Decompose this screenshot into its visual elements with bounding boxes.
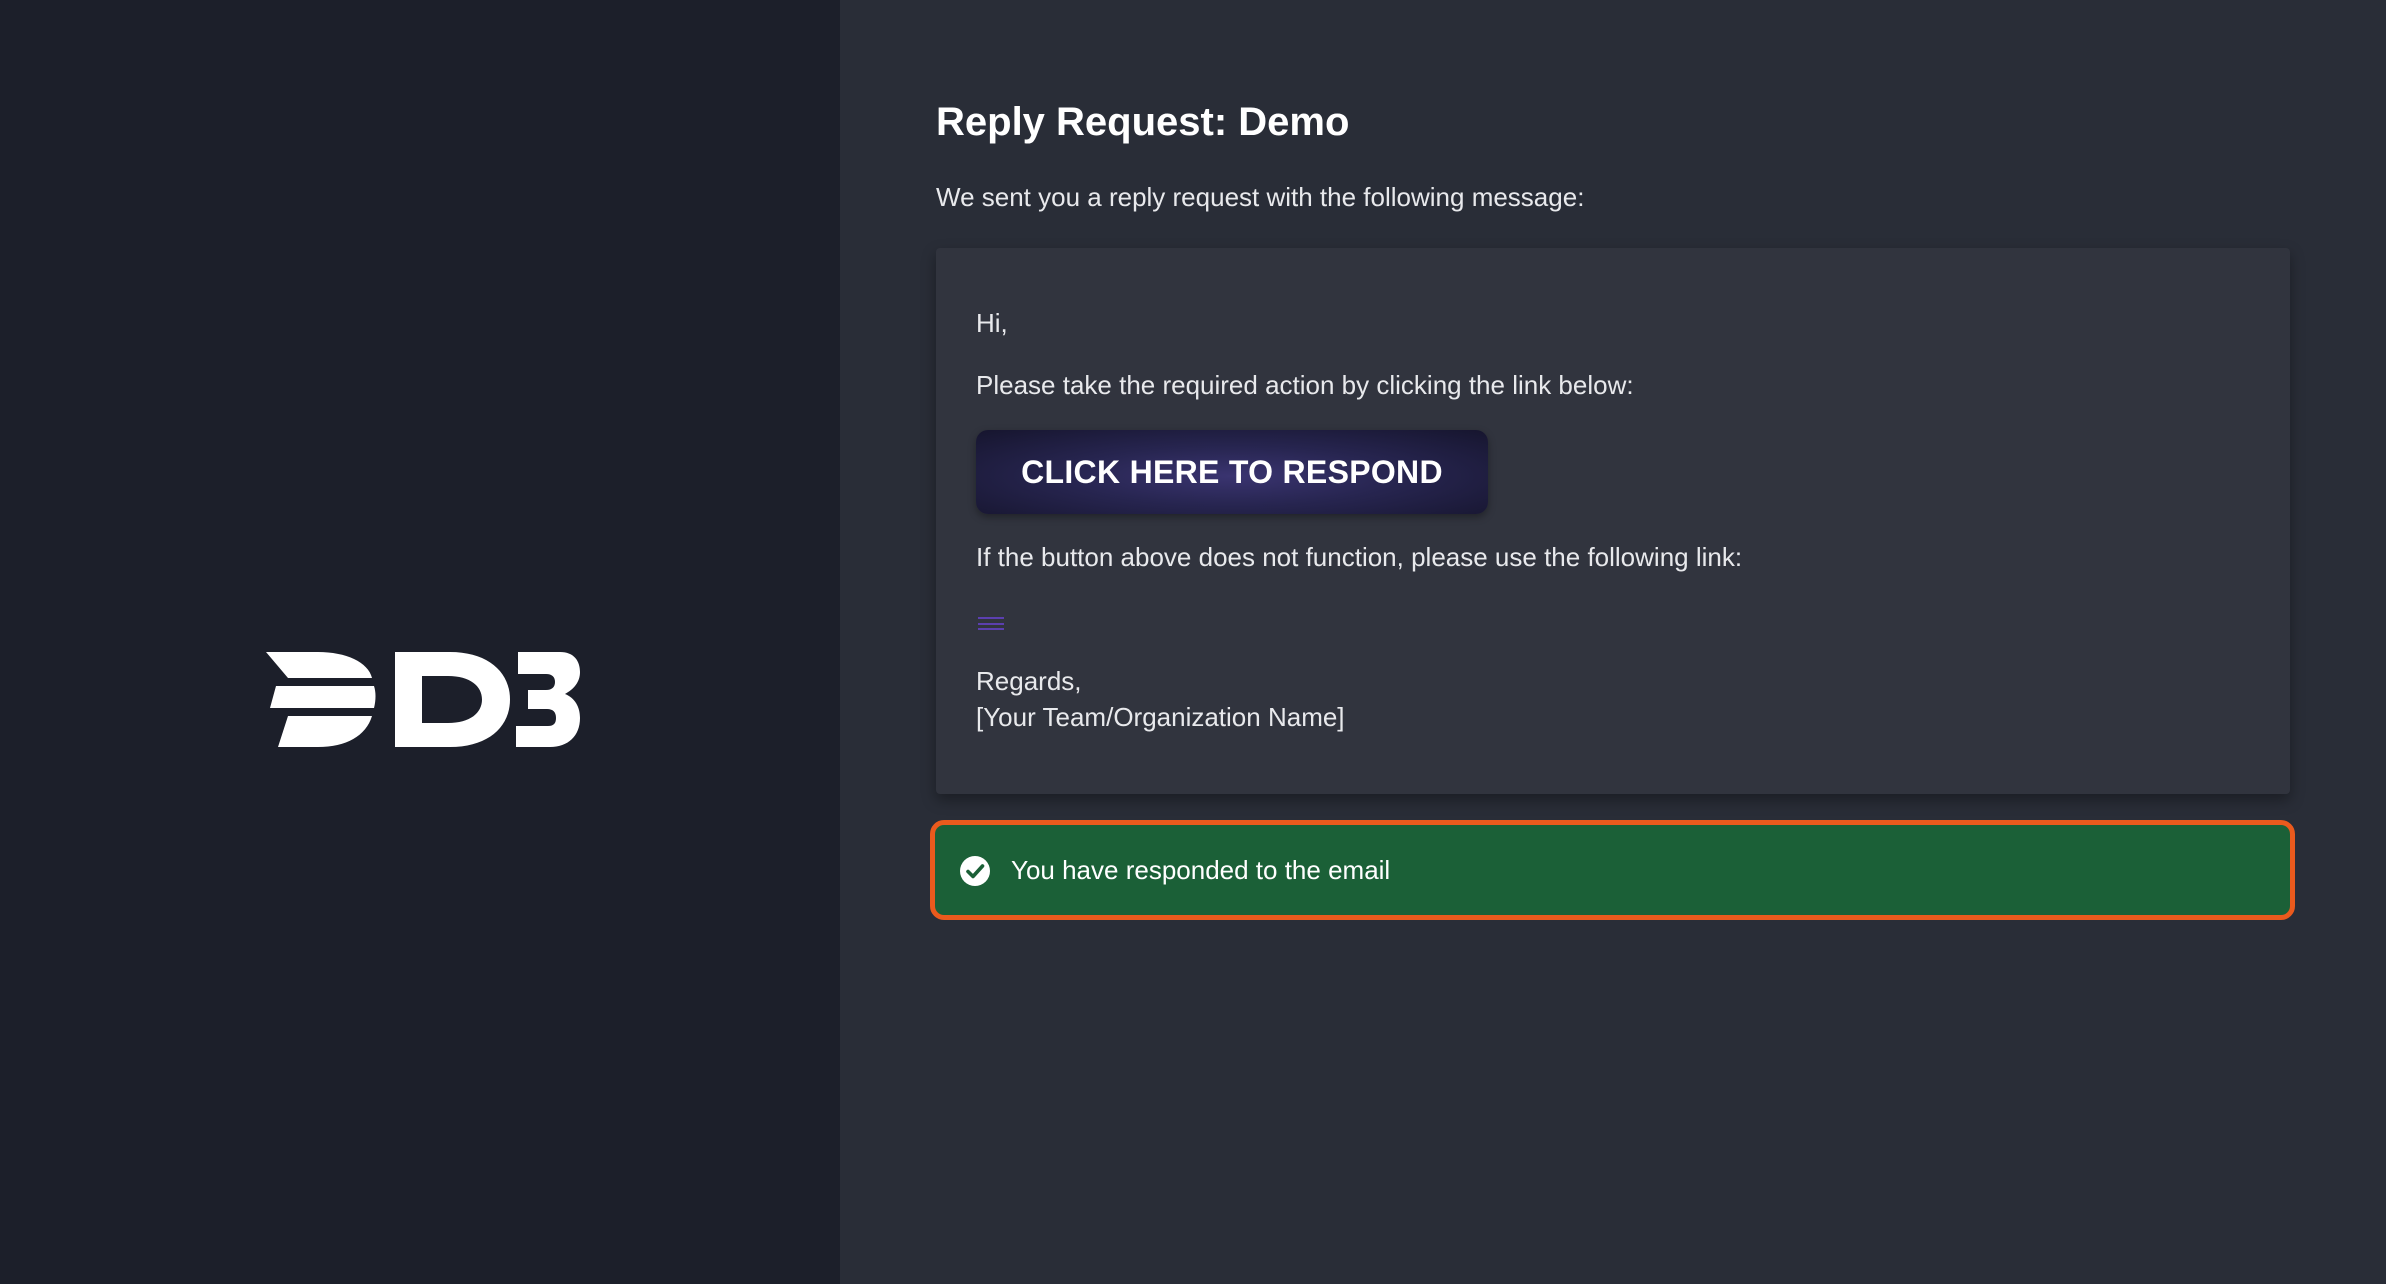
brand-panel — [0, 0, 840, 1284]
message-greeting: Hi, — [976, 308, 1008, 338]
link-placeholder-icon — [978, 617, 1004, 630]
message-card: Hi, Please take the required action by c… — [936, 248, 2290, 794]
app-root: Reply Request: Demo We sent you a reply … — [0, 0, 2386, 1284]
message-signature: [Your Team/Organization Name] — [976, 702, 1345, 732]
respond-button[interactable]: CLICK HERE TO RESPOND — [976, 430, 1488, 514]
status-text: You have responded to the email — [1011, 855, 1391, 885]
main-content: Reply Request: Demo We sent you a reply … — [840, 0, 2386, 1284]
check-circle-icon — [960, 856, 990, 886]
status-banner: You have responded to the email — [930, 820, 2295, 920]
message-closing: Regards, — [976, 666, 1082, 696]
page-title: Reply Request: Demo — [936, 100, 1350, 144]
fallback-text: If the button above does not function, p… — [976, 542, 1743, 572]
message-instruction: Please take the required action by click… — [976, 370, 1634, 400]
d3-logo — [266, 652, 580, 747]
intro-text: We sent you a reply request with the fol… — [936, 182, 1585, 212]
fallback-link[interactable] — [976, 612, 1006, 632]
